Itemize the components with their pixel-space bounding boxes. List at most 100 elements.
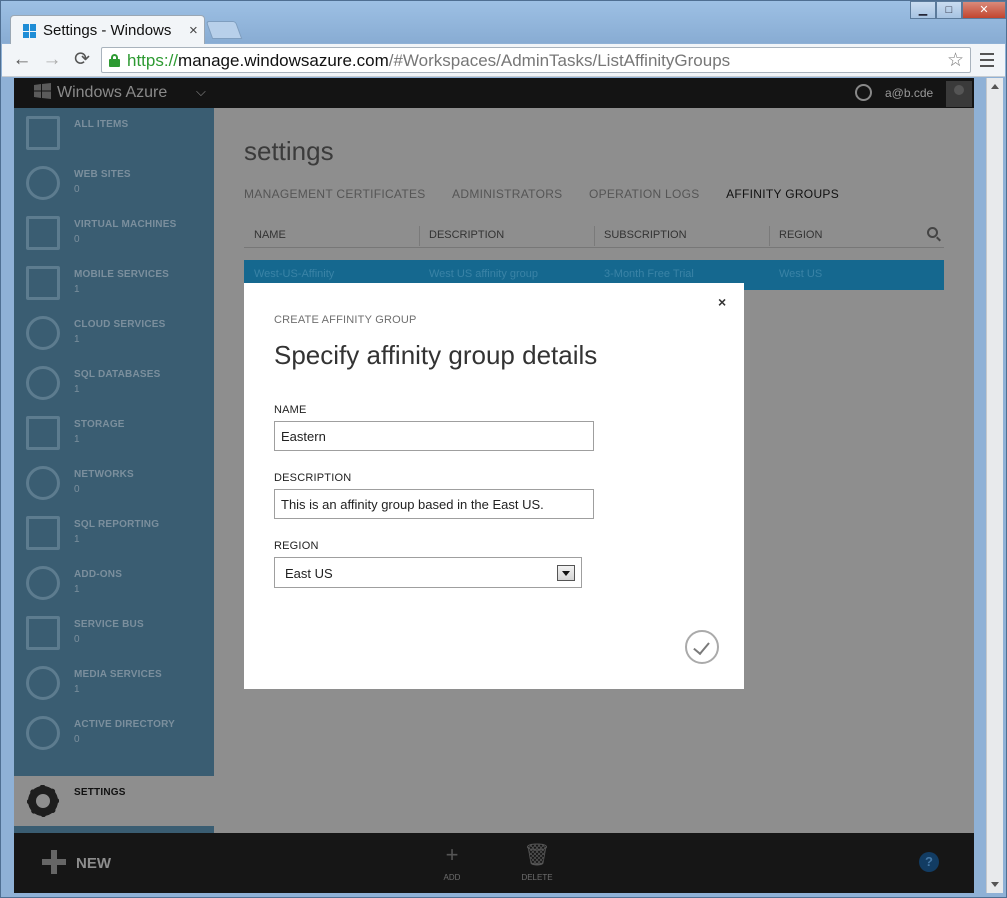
- grid-icon: [26, 116, 60, 150]
- chevron-down-icon[interactable]: [557, 565, 575, 581]
- delete-button[interactable]: 🗑 DELETE: [517, 843, 557, 883]
- windows-logo-icon: [34, 83, 51, 99]
- create-affinity-group-dialog: × CREATE AFFINITY GROUP Specify affinity…: [244, 283, 744, 689]
- tab-title: Settings - Windows Azure: [43, 22, 173, 39]
- sidebar-item-storage[interactable]: STORAGE 1: [14, 408, 214, 458]
- storage-table-icon: [26, 416, 60, 450]
- close-icon[interactable]: ×: [718, 294, 726, 310]
- chrome-menu-icon[interactable]: [978, 49, 996, 71]
- report-icon: [26, 516, 60, 550]
- add-icon: +: [445, 842, 459, 867]
- browser-window: Settings - Windows Azure × ▁ □ ✕ ← → ⟳ h…: [0, 0, 1007, 898]
- portal-top-bar: Windows Azure ⌵ a@b.cde: [14, 78, 974, 108]
- portal-brand[interactable]: Windows Azure: [34, 83, 167, 102]
- back-button[interactable]: ←: [11, 49, 33, 71]
- sidebar-item-label: ALL ITEMS: [74, 119, 129, 130]
- cell-description: West US affinity group: [429, 268, 539, 280]
- sidebar-item-label: ACTIVE DIRECTORY: [74, 719, 175, 730]
- tab-operation-logs[interactable]: OPERATION LOGS: [589, 187, 700, 201]
- database-icon: [26, 366, 60, 400]
- cell-subscription: 3-Month Free Trial: [604, 268, 694, 280]
- close-window-button[interactable]: ✕: [962, 1, 1006, 19]
- name-label: NAME: [274, 404, 307, 416]
- scroll-down-arrow-icon[interactable]: [991, 882, 999, 887]
- confirm-checkmark-button[interactable]: [685, 630, 719, 664]
- sidebar-item-label: VIRTUAL MACHINES: [74, 219, 177, 230]
- minimize-button[interactable]: ▁: [910, 1, 936, 19]
- scroll-up-arrow-icon[interactable]: [991, 84, 999, 89]
- browser-tab[interactable]: Settings - Windows Azure ×: [10, 15, 205, 45]
- sidebar-item-label: WEB SITES: [74, 169, 131, 180]
- description-label: DESCRIPTION: [274, 472, 352, 484]
- avatar[interactable]: [946, 81, 972, 107]
- sidebar-item-networks[interactable]: NETWORKS 0: [14, 458, 214, 508]
- lock-icon: [109, 54, 120, 67]
- globe-icon[interactable]: [855, 84, 872, 101]
- tab-close-icon[interactable]: ×: [189, 22, 198, 39]
- sidebar-item-label: STORAGE: [74, 419, 125, 430]
- sidebar-item-count: 1: [74, 284, 80, 295]
- column-header-description[interactable]: DESCRIPTION: [429, 229, 504, 241]
- region-select[interactable]: East US: [274, 557, 582, 588]
- user-email[interactable]: a@b.cde: [885, 86, 933, 100]
- sidebar: ALL ITEMS WEB SITES 0 VIRTUAL MACHINES 0…: [14, 108, 214, 833]
- sidebar-item-add-ons[interactable]: ADD-ONS 1: [14, 558, 214, 608]
- chevron-down-icon[interactable]: ⌵: [196, 84, 206, 100]
- monitor-icon: [26, 216, 60, 250]
- sidebar-item-count: 0: [74, 484, 80, 495]
- network-icon: [26, 466, 60, 500]
- settings-tabs: MANAGEMENT CERTIFICATES ADMINISTRATORS O…: [244, 185, 861, 203]
- sidebar-item-label: MEDIA SERVICES: [74, 669, 162, 680]
- sidebar-item-label: NETWORKS: [74, 469, 134, 480]
- dialog-title: Specify affinity group details: [274, 340, 598, 370]
- search-icon[interactable]: [927, 227, 938, 238]
- tab-management-certificates[interactable]: MANAGEMENT CERTIFICATES: [244, 187, 426, 201]
- page-title: settings: [244, 136, 334, 166]
- sidebar-item-count: 0: [74, 234, 80, 245]
- sidebar-item-sql-databases[interactable]: SQL DATABASES 1: [14, 358, 214, 408]
- sidebar-item-sql-reporting[interactable]: SQL REPORTING 1: [14, 508, 214, 558]
- dialog-subtitle: CREATE AFFINITY GROUP: [274, 314, 417, 326]
- add-button[interactable]: + ADD: [432, 842, 472, 883]
- region-label: REGION: [274, 540, 319, 552]
- maximize-button[interactable]: □: [936, 1, 962, 19]
- column-header-name[interactable]: NAME: [254, 229, 286, 241]
- help-icon[interactable]: ?: [919, 852, 939, 872]
- reload-button[interactable]: ⟳: [71, 49, 93, 71]
- new-button[interactable]: NEW: [42, 850, 111, 874]
- sidebar-item-web-sites[interactable]: WEB SITES 0: [14, 158, 214, 208]
- sidebar-item-label: SERVICE BUS: [74, 619, 144, 630]
- region-selected-value: East US: [285, 566, 333, 581]
- bookmark-star-icon[interactable]: ☆: [947, 49, 964, 72]
- sidebar-item-count: 1: [74, 684, 80, 695]
- title-bar: Settings - Windows Azure × ▁ □ ✕: [1, 1, 1006, 45]
- new-tab-button[interactable]: [205, 21, 243, 39]
- sidebar-item-active-directory[interactable]: ACTIVE DIRECTORY 0: [14, 708, 214, 758]
- column-header-region[interactable]: REGION: [779, 229, 822, 241]
- sidebar-item-count: 1: [74, 384, 80, 395]
- sidebar-item-cloud-services[interactable]: CLOUD SERVICES 1: [14, 308, 214, 358]
- sidebar-item-service-bus[interactable]: SERVICE BUS 0: [14, 608, 214, 658]
- name-field[interactable]: [274, 421, 594, 451]
- sidebar-item-label: SETTINGS: [74, 787, 126, 798]
- sidebar-item-settings[interactable]: SETTINGS: [14, 776, 214, 826]
- windows-logo-icon: [23, 24, 37, 38]
- column-header-subscription[interactable]: SUBSCRIPTION: [604, 229, 687, 241]
- tab-affinity-groups[interactable]: AFFINITY GROUPS: [726, 187, 839, 201]
- address-bar[interactable]: https://manage.windowsazure.com/#Workspa…: [101, 47, 971, 73]
- tab-administrators[interactable]: ADMINISTRATORS: [452, 187, 562, 201]
- sidebar-item-all-items[interactable]: ALL ITEMS: [14, 108, 214, 158]
- description-field[interactable]: [274, 489, 594, 519]
- url-text[interactable]: https://manage.windowsazure.com/#Workspa…: [127, 51, 730, 71]
- cell-name: West-US-Affinity: [254, 268, 335, 280]
- phone-icon: [26, 266, 60, 300]
- cell-region: West US: [779, 268, 823, 280]
- browser-toolbar: ← → ⟳ https://manage.windowsazure.com/#W…: [2, 44, 1005, 77]
- sidebar-item-media-services[interactable]: MEDIA SERVICES 1: [14, 658, 214, 708]
- sidebar-item-label: ADD-ONS: [74, 569, 123, 580]
- sidebar-item-virtual-machines[interactable]: VIRTUAL MACHINES 0: [14, 208, 214, 258]
- forward-button[interactable]: →: [41, 49, 63, 71]
- sidebar-item-label: MOBILE SERVICES: [74, 269, 170, 280]
- sidebar-item-mobile-services[interactable]: MOBILE SERVICES 1: [14, 258, 214, 308]
- page-scrollbar[interactable]: [986, 78, 1003, 893]
